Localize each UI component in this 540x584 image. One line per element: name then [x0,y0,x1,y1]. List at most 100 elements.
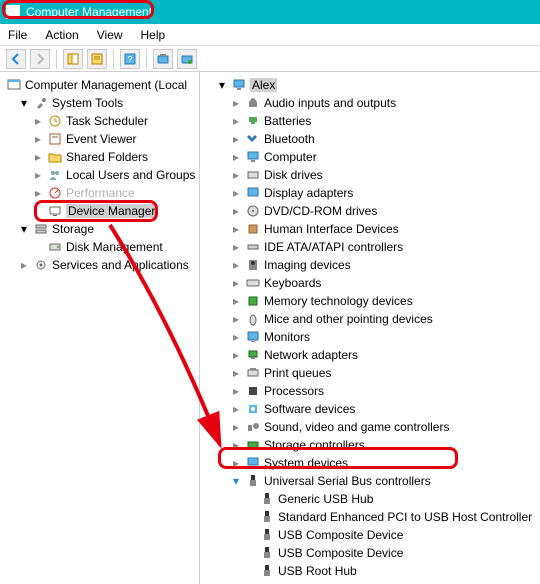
device-cat[interactable]: ▸DVD/CD-ROM drives [202,202,540,220]
category-icon [245,401,261,417]
chevron-right-icon[interactable]: ▸ [230,259,242,271]
chevron-down-icon[interactable]: ▾ [230,475,242,487]
device-cat[interactable]: ▸Network adapters [202,346,540,364]
tree-performance[interactable]: ▸ Performance [4,184,199,202]
tree-system-tools[interactable]: ▾ System Tools [4,94,199,112]
chevron-right-icon[interactable]: ▸ [230,457,242,469]
device-item[interactable]: USB Root Hub [202,562,540,580]
chevron-right-icon[interactable]: ▸ [230,439,242,451]
device-cat[interactable]: ▸Sound, video and game controllers [202,418,540,436]
chevron-down-icon[interactable]: ▾ [18,223,30,235]
chevron-right-icon[interactable]: ▸ [230,151,242,163]
device-item-label: USB Composite Device [278,546,403,560]
chevron-right-icon[interactable]: ▸ [230,385,242,397]
chevron-right-icon[interactable]: ▸ [230,295,242,307]
tree-label: Performance [66,186,135,200]
tree-task-scheduler[interactable]: ▸ Task Scheduler [4,112,199,130]
device-cat[interactable]: ▸Computer [202,148,540,166]
chevron-right-icon[interactable]: ▸ [230,205,242,217]
device-cat[interactable]: ▸Batteries [202,112,540,130]
device-cat-label: Display adapters [264,186,353,200]
device-cat[interactable]: ▸Mice and other pointing devices [202,310,540,328]
device-item[interactable]: Generic USB Hub [202,490,540,508]
device-cat-usb[interactable]: ▾ Universal Serial Bus controllers [202,472,540,490]
device-root[interactable]: ▾ Alex [202,76,540,94]
chevron-right-icon[interactable]: ▸ [230,403,242,415]
chevron-right-icon[interactable]: ▸ [230,169,242,181]
device-cat[interactable]: ▸Processors [202,382,540,400]
chevron-right-icon[interactable]: ▸ [230,421,242,433]
menu-action[interactable]: Action [45,28,78,42]
category-icon [245,185,261,201]
device-cat[interactable]: ▸Software devices [202,400,540,418]
tree-root[interactable]: Computer Management (Local [4,76,199,94]
chevron-right-icon[interactable]: ▸ [32,187,44,199]
device-cat[interactable]: ▸Storage controllers [202,436,540,454]
chevron-right-icon[interactable]: ▸ [230,97,242,109]
help-button[interactable]: ? [120,49,140,69]
device-cat[interactable]: ▸System devices [202,454,540,472]
tree-local-users[interactable]: ▸ Local Users and Groups [4,166,199,184]
device-cat[interactable]: ▸Memory technology devices [202,292,540,310]
category-icon [245,149,261,165]
tree-label: Disk Management [66,240,163,254]
chevron-right-icon[interactable]: ▸ [32,151,44,163]
chevron-down-icon[interactable]: ▾ [216,79,228,91]
device-item[interactable]: USB Composite Device [202,526,540,544]
device-cat[interactable]: ▸ Disk drives [202,166,540,184]
device-cat[interactable]: ▸Imaging devices [202,256,540,274]
category-icon [245,437,261,453]
device-cat[interactable]: ▸Monitors [202,328,540,346]
tree-event-viewer[interactable]: ▸ Event Viewer [4,130,199,148]
chevron-right-icon[interactable]: ▸ [230,223,242,235]
spacer [244,547,256,559]
chevron-down-icon[interactable]: ▾ [18,97,30,109]
back-button[interactable] [6,49,26,69]
device-cat[interactable]: ▸Keyboards [202,274,540,292]
show-hide-button[interactable] [63,49,83,69]
chevron-right-icon[interactable]: ▸ [230,313,242,325]
chevron-right-icon[interactable]: ▸ [230,241,242,253]
menu-help[interactable]: Help [141,28,166,42]
chevron-right-icon[interactable]: ▸ [230,349,242,361]
chevron-right-icon[interactable]: ▸ [230,187,242,199]
chevron-right-icon[interactable]: ▸ [230,133,242,145]
category-icon [245,347,261,363]
device-cat-label: Disk drives [264,168,323,182]
chevron-right-icon[interactable]: ▸ [230,277,242,289]
tree-storage[interactable]: ▾ Storage [4,220,199,238]
chevron-right-icon[interactable]: ▸ [32,133,44,145]
menu-file[interactable]: File [8,28,27,42]
spacer [32,205,44,217]
tree-device-manager[interactable]: Device Manager [4,202,199,220]
tree-shared-folders[interactable]: ▸ Shared Folders [4,148,199,166]
app-icon [6,5,20,19]
chevron-right-icon[interactable]: ▸ [32,115,44,127]
device-item[interactable]: Standard Enhanced PCI to USB Host Contro… [202,508,540,526]
scan-button[interactable] [153,49,173,69]
category-icon [245,113,261,129]
device-cat[interactable]: ▸Human Interface Devices [202,220,540,238]
device-cat[interactable]: ▸ Audio inputs and outputs [202,94,540,112]
device-cat[interactable]: ▸ Print queues [202,364,540,382]
device-item[interactable]: USB Composite Device [202,544,540,562]
device-cat-label: Audio inputs and outputs [264,96,396,110]
menu-view[interactable]: View [97,28,123,42]
chevron-right-icon[interactable]: ▸ [230,367,242,379]
chevron-right-icon[interactable]: ▸ [230,115,242,127]
action-button[interactable] [177,49,197,69]
device-cat[interactable]: ▸Bluetooth [202,130,540,148]
device-cat-label: Print queues [264,366,331,380]
tree-label: Task Scheduler [66,114,148,128]
tree-services[interactable]: ▸ Services and Applications [4,256,199,274]
forward-button[interactable] [30,49,50,69]
device-cat[interactable]: ▸IDE ATA/ATAPI controllers [202,238,540,256]
chevron-right-icon[interactable]: ▸ [230,331,242,343]
chevron-right-icon[interactable]: ▸ [18,259,30,271]
chevron-right-icon[interactable]: ▸ [32,169,44,181]
properties-button[interactable] [87,49,107,69]
spacer [32,241,44,253]
tree-disk-mgmt[interactable]: Disk Management [4,238,199,256]
device-cat[interactable]: ▸ Display adapters [202,184,540,202]
category-icon [245,329,261,345]
